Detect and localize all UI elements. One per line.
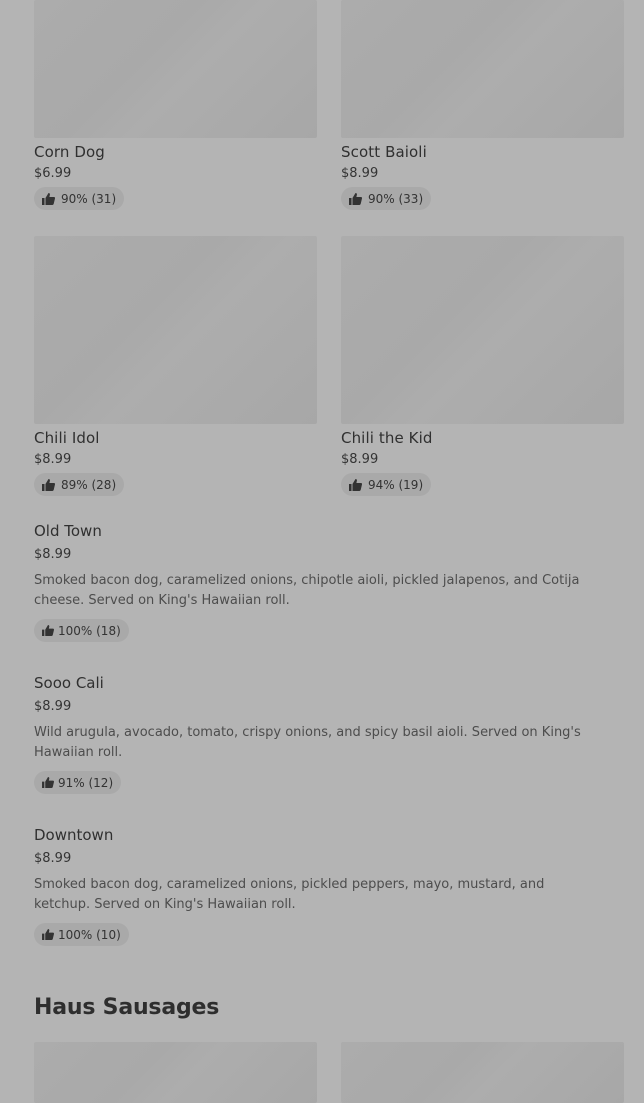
- menu-page: Corn Dog $6.99 90% (31) Scott Baioli $8.…: [0, 0, 644, 1103]
- thumbs-up-icon: [349, 478, 362, 491]
- thumbs-up-icon: [349, 192, 362, 205]
- menu-list-item[interactable]: Sooo Cali $8.99 Wild arugula, avocado, t…: [34, 675, 614, 794]
- item-image[interactable]: [34, 236, 317, 424]
- thumbs-up-icon: [42, 478, 55, 491]
- rating-text: 100% (18): [58, 623, 121, 638]
- thumbs-up-icon: [42, 625, 54, 636]
- rating-badge: 90% (31): [34, 187, 125, 210]
- item-name: Downtown: [34, 826, 114, 844]
- thumbs-up-icon: [42, 192, 55, 205]
- item-image[interactable]: [34, 0, 317, 138]
- rating-text: 90% (33): [368, 191, 424, 206]
- item-name: Old Town: [34, 522, 102, 540]
- menu-card[interactable]: Chili the Kid $8.99 94% (19): [341, 236, 624, 496]
- thumbs-up-icon: [42, 929, 54, 940]
- menu-list-item[interactable]: Old Town $8.99 Smoked bacon dog, caramel…: [34, 523, 614, 642]
- rating-text: 89% (28): [61, 477, 117, 492]
- section-title: Haus Sausages: [34, 995, 220, 1020]
- menu-card[interactable]: Chili Idol $8.99 89% (28): [34, 236, 317, 496]
- rating-badge: 100% (18): [34, 619, 129, 642]
- rating-text: 94% (19): [368, 477, 424, 492]
- item-description: Wild arugula, avocado, tomato, crispy on…: [34, 725, 581, 760]
- rating-badge: 94% (19): [341, 473, 432, 496]
- rating-text: 100% (10): [58, 927, 121, 942]
- item-name: Chili the Kid: [341, 429, 433, 447]
- rating-badge: 91% (12): [34, 771, 122, 794]
- rating-badge: 90% (33): [341, 187, 432, 210]
- menu-card[interactable]: [341, 1042, 624, 1103]
- item-image[interactable]: [341, 236, 624, 424]
- item-price: $6.99: [34, 166, 72, 181]
- thumbs-up-icon: [42, 777, 54, 788]
- menu-card[interactable]: Scott Baioli $8.99 90% (33): [341, 0, 624, 210]
- menu-card[interactable]: [34, 1042, 317, 1103]
- item-name: Corn Dog: [34, 143, 105, 161]
- item-price: $8.99: [34, 851, 72, 866]
- item-image[interactable]: [34, 1042, 317, 1103]
- item-price: $8.99: [34, 452, 72, 467]
- item-name: Sooo Cali: [34, 674, 104, 692]
- rating-text: 91% (12): [58, 775, 114, 790]
- item-name: Scott Baioli: [341, 143, 427, 161]
- item-description: Smoked bacon dog, caramelized onions, ch…: [34, 573, 580, 608]
- item-image[interactable]: [341, 1042, 624, 1103]
- item-description: Smoked bacon dog, caramelized onions, pi…: [34, 877, 545, 912]
- item-price: $8.99: [34, 699, 72, 714]
- rating-badge: 89% (28): [34, 473, 125, 496]
- rating-text: 90% (31): [61, 191, 117, 206]
- item-image[interactable]: [341, 0, 624, 138]
- item-price: $8.99: [34, 547, 72, 562]
- item-price: $8.99: [341, 166, 379, 181]
- menu-card[interactable]: Corn Dog $6.99 90% (31): [34, 0, 317, 210]
- rating-badge: 100% (10): [34, 923, 129, 946]
- item-name: Chili Idol: [34, 429, 100, 447]
- menu-list-item[interactable]: Downtown $8.99 Smoked bacon dog, caramel…: [34, 827, 614, 946]
- item-price: $8.99: [341, 452, 379, 467]
